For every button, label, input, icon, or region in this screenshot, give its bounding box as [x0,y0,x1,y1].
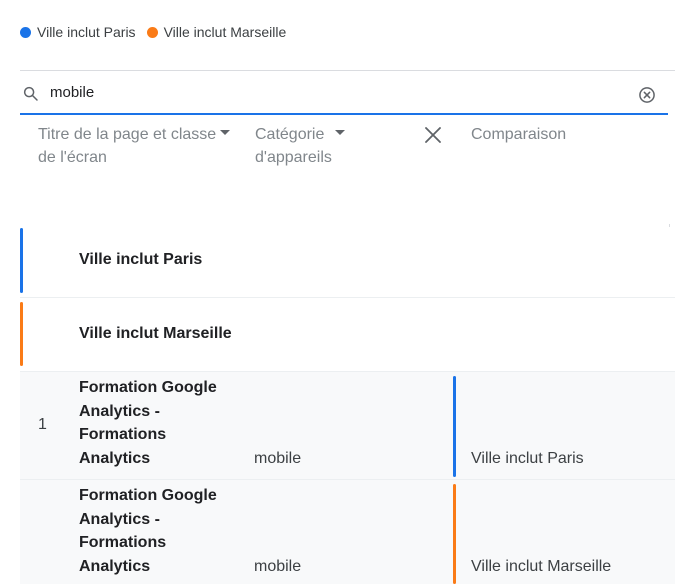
segment-label-paris: Ville inclut Paris [79,251,203,268]
chevron-down-icon [335,130,346,136]
legend-label-paris: Ville inclut Paris [37,24,136,40]
clear-circle-icon[interactable] [637,85,657,105]
legend-item-marseille: Ville inclut Marseille [146,24,287,40]
column-header-device-category[interactable]: Catégorie d'appareils [255,123,346,169]
legend-dot-paris [20,26,31,38]
comparison-cell: Ville inclut Paris [471,450,584,467]
segment-color-bar-marseille [20,302,23,366]
row-index: 1 [38,416,47,433]
search-bar [20,71,668,115]
close-icon[interactable] [424,126,442,144]
legend-dot-marseille [146,26,158,38]
comparison-color-bar-paris [453,376,456,477]
comparison-cell: Ville inclut Marseille [471,558,612,575]
segment-label-marseille: Ville inclut Marseille [79,325,232,342]
device-category-cell: mobile [254,450,302,467]
column-header-comparison: Comparaison [471,126,567,143]
chevron-down-icon [220,130,231,136]
column-header-page-title-line2: de l'écran [38,149,107,166]
page-title-line: Formations [79,426,167,443]
page-title-cell: Formation Google Analytics - Formations … [79,376,229,470]
page-title-line: Analytics - [79,510,160,528]
page-title-cell: Formation Google Analytics - Formations … [79,484,229,578]
column-header-page-title[interactable]: Titre de la page et classe de l'écran [38,123,231,169]
column-header-device-line1: Catégorie [255,126,325,143]
search-icon [23,86,38,101]
search-input[interactable] [50,81,630,103]
comparison-color-bar-marseille [453,484,456,584]
page-title-line: Formation Google [79,379,217,396]
segment-row-marseille[interactable]: Ville inclut Marseille [20,298,675,368]
device-category-cell: mobile [254,558,302,575]
segment-legend: Ville inclut Paris Ville inclut Marseill… [20,23,297,41]
column-header-page-title-line1: Titre de la page et classe [38,126,217,143]
page-title-line: Analytics [79,449,151,467]
page-title-line: Formation Google [79,487,217,504]
legend-item-paris: Ville inclut Paris [20,24,136,40]
table-row[interactable]: Formation Google Analytics - Formations … [20,480,675,584]
segment-color-bar-paris [20,228,23,293]
column-header-device-line2: d'appareils [255,149,332,166]
page-title-line: Analytics - [79,402,160,420]
table-row[interactable]: 1 Formation Google Analytics - Formation… [20,372,675,479]
page-title-line: Analytics [79,557,151,575]
legend-label-marseille: Ville inclut Marseille [163,24,287,40]
segment-row-paris[interactable]: Ville inclut Paris [20,227,675,297]
page-title-line: Formations [79,534,167,551]
